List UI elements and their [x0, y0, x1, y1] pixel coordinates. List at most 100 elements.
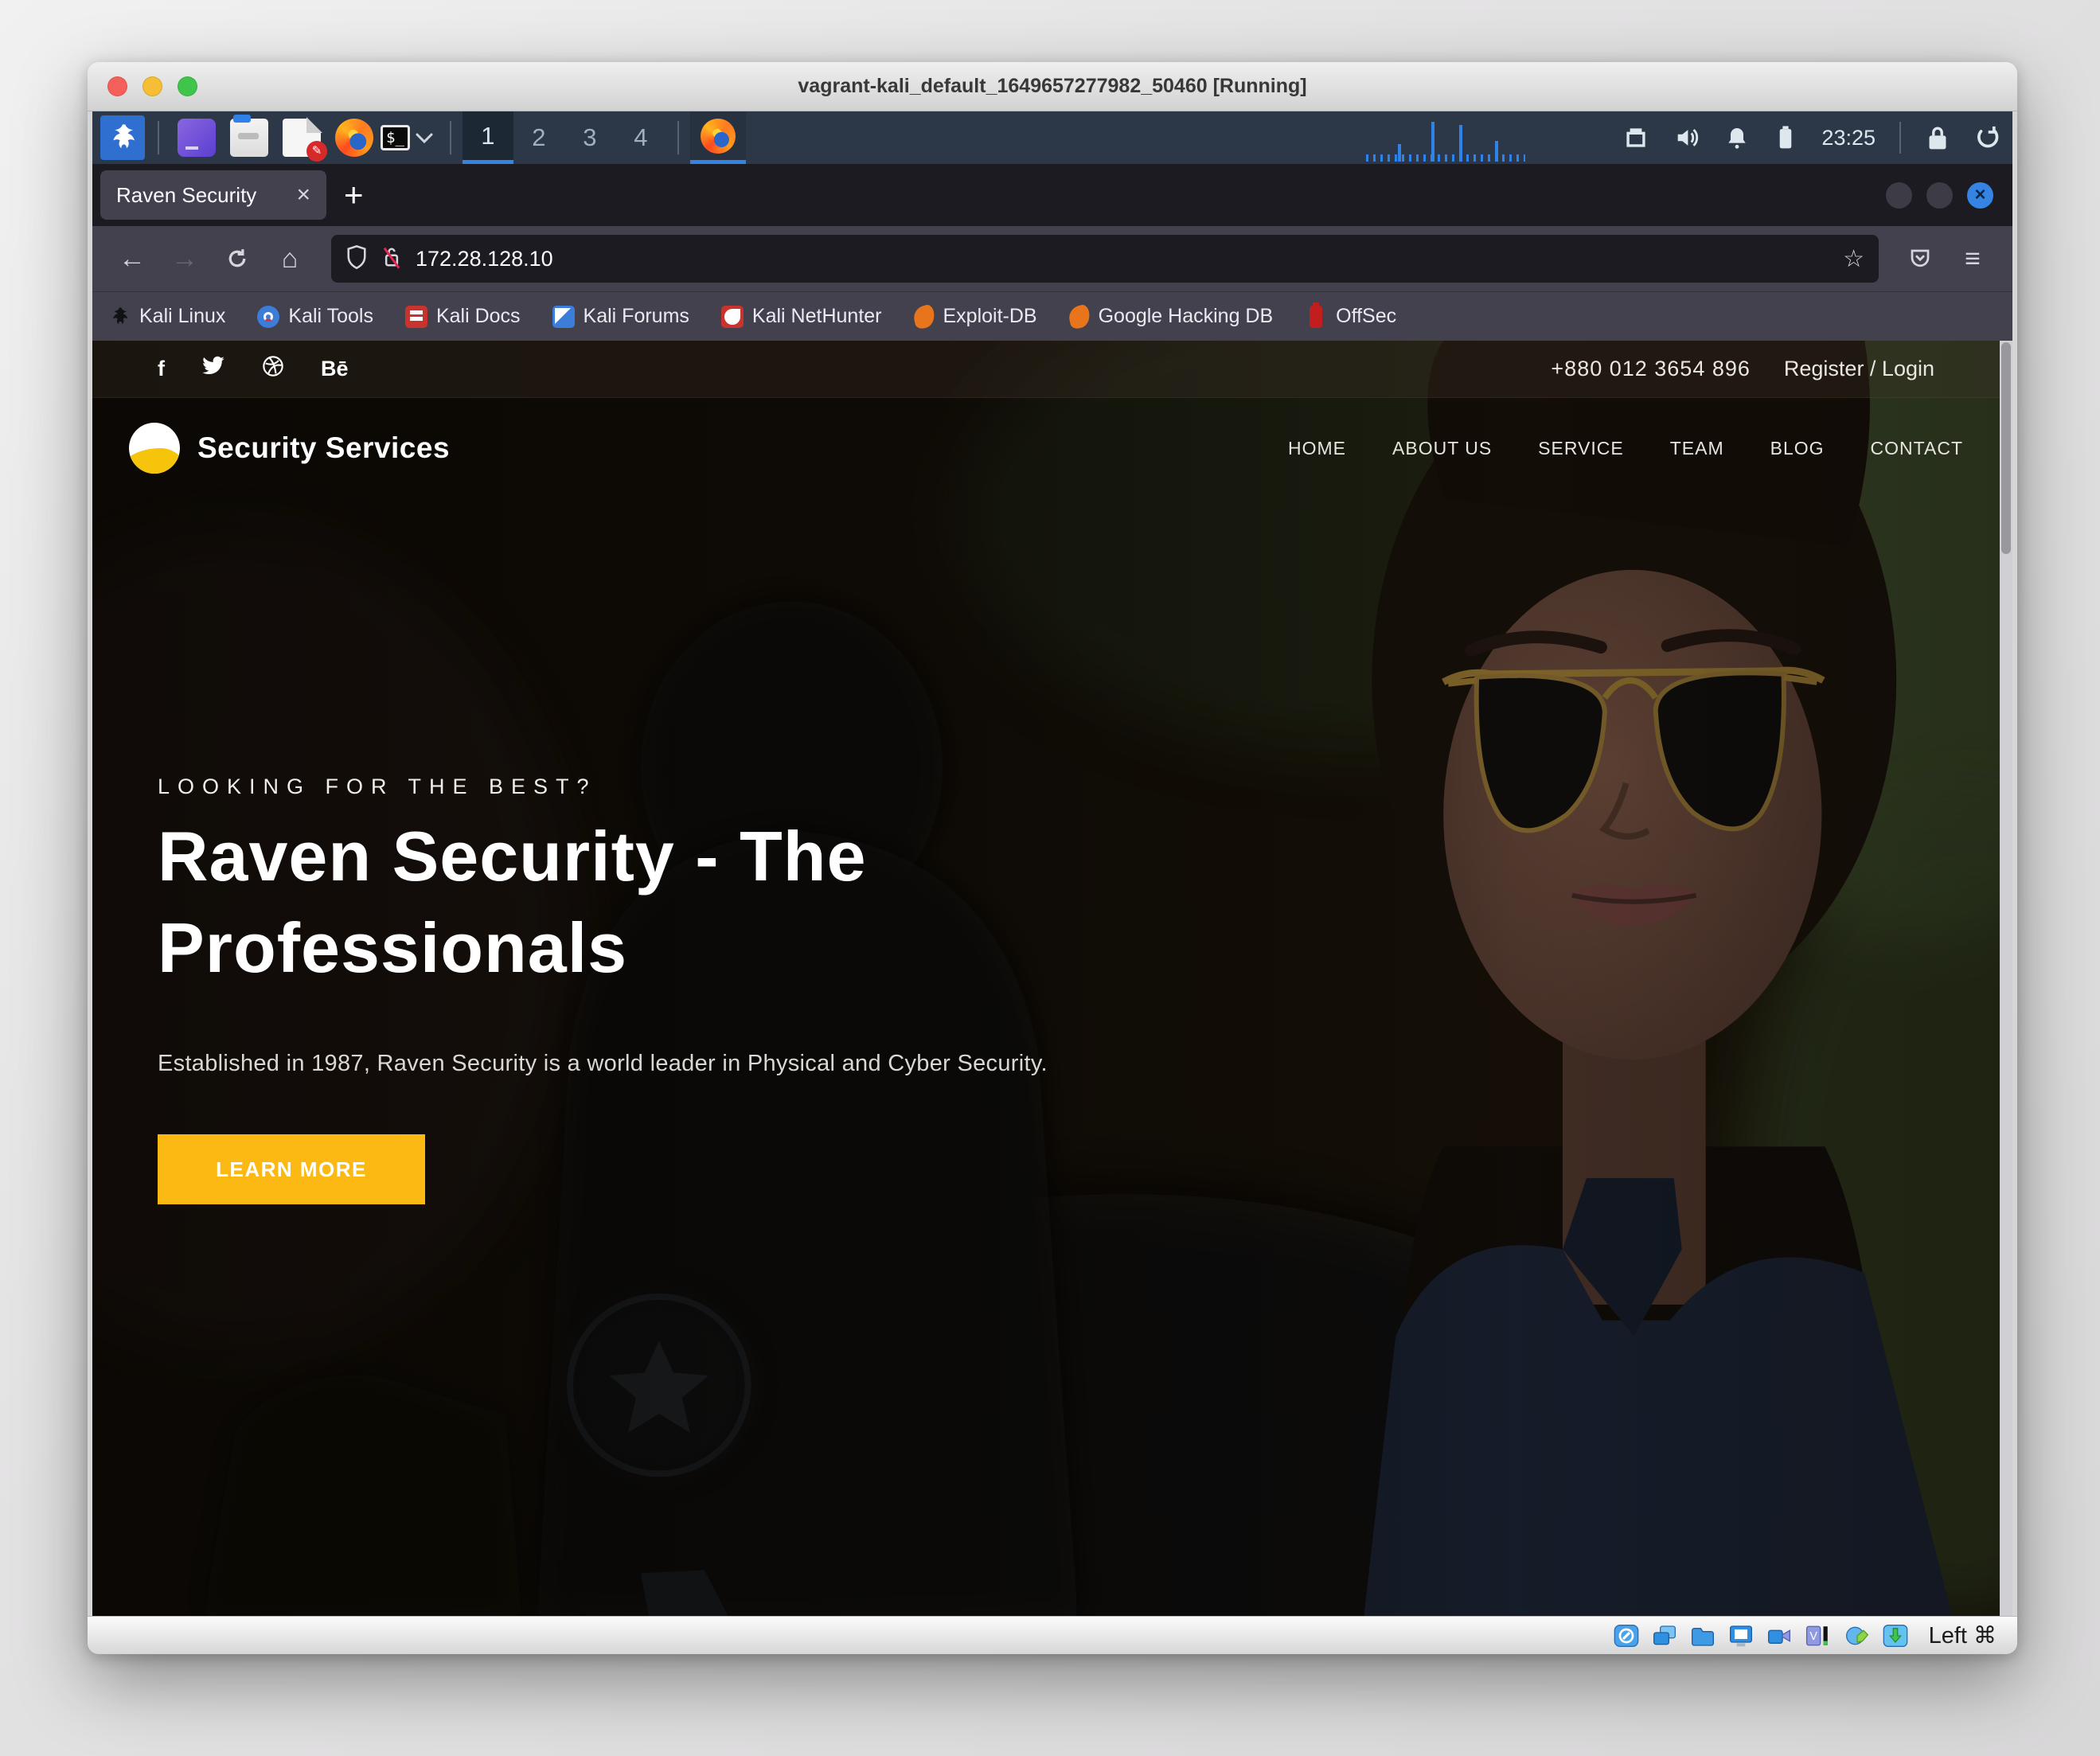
- bookmark-kali-forums[interactable]: Kali Forums: [552, 305, 689, 328]
- offsec-favicon: [1310, 306, 1322, 328]
- panel-separator: [677, 121, 679, 154]
- bookmark-google-hacking-db[interactable]: Google Hacking DB: [1069, 305, 1274, 328]
- facebook-icon[interactable]: f: [158, 357, 165, 381]
- notifications-bell-icon[interactable]: [1724, 125, 1750, 150]
- forward-button[interactable]: →: [162, 236, 207, 281]
- back-button[interactable]: ←: [110, 236, 154, 281]
- workspace-1[interactable]: 1: [463, 111, 513, 164]
- bookmark-kali-tools[interactable]: Kali Tools: [257, 305, 373, 328]
- panel-separator: [158, 121, 159, 154]
- text-editor-icon[interactable]: [283, 119, 321, 157]
- chevron-down-icon[interactable]: [415, 126, 434, 150]
- tab-close-icon[interactable]: ×: [296, 181, 310, 209]
- terminal-icon[interactable]: $_: [381, 125, 410, 150]
- kali-tools-favicon: [257, 306, 279, 328]
- browser-minimize-button[interactable]: [1886, 182, 1912, 209]
- zoom-window-button[interactable]: [178, 76, 197, 96]
- behance-icon[interactable]: Bē: [321, 357, 349, 381]
- site-topbar: f Bē +880 012 3654 896 Register / Login: [92, 341, 2000, 398]
- menu-hamburger-icon[interactable]: ≡: [1950, 236, 1995, 281]
- nav-service[interactable]: SERVICE: [1538, 438, 1624, 459]
- bookmark-star-icon[interactable]: ☆: [1843, 245, 1864, 273]
- firefox-icon: [701, 119, 736, 154]
- exploit-db-favicon: [911, 303, 936, 330]
- learn-more-button[interactable]: LEARN MORE: [158, 1134, 425, 1204]
- page-viewport: f Bē +880 012 3654 896 Register / Login: [92, 341, 2012, 1616]
- browser-maximize-button[interactable]: [1926, 182, 1953, 209]
- vm-titlebar: vagrant-kali_default_1649657277982_50460…: [88, 62, 2017, 111]
- network-icon[interactable]: [1622, 124, 1649, 151]
- nav-contact[interactable]: CONTACT: [1871, 438, 1963, 459]
- scrollbar-thumb[interactable]: [2001, 342, 2011, 554]
- home-button[interactable]: ⌂: [267, 236, 312, 281]
- workspace-3[interactable]: 3: [564, 111, 615, 164]
- workspace-2[interactable]: 2: [513, 111, 564, 164]
- social-links: f Bē: [158, 355, 349, 383]
- hero-subtitle: Established in 1987, Raven Security is a…: [158, 1051, 1048, 1077]
- hero-title-line1: Raven Security - The: [158, 816, 867, 897]
- browser-window-buttons: ×: [1886, 182, 1993, 209]
- app-launcher-icon[interactable]: [178, 119, 216, 157]
- minimize-window-button[interactable]: [142, 76, 162, 96]
- tab-raven-security[interactable]: Raven Security ×: [100, 170, 326, 220]
- nav-team[interactable]: TEAM: [1670, 438, 1724, 459]
- firefox-toolbar: ← → ⌂ 172.28.128.10 ☆ ≡: [92, 226, 2012, 291]
- url-bar[interactable]: 172.28.128.10 ☆: [331, 235, 1879, 283]
- vbox-network-icon[interactable]: [1652, 1624, 1677, 1648]
- file-manager-icon[interactable]: [230, 119, 268, 157]
- volume-icon[interactable]: [1673, 124, 1700, 151]
- lock-screen-icon[interactable]: [1925, 124, 1950, 151]
- shield-icon[interactable]: [345, 244, 368, 274]
- firefox-launcher-icon[interactable]: [335, 119, 373, 157]
- kali-forums-favicon: [552, 306, 575, 328]
- bookmark-kali-nethunter[interactable]: Kali NetHunter: [721, 305, 882, 328]
- window-controls: [107, 76, 197, 96]
- bookmark-exploit-db[interactable]: Exploit-DB: [914, 305, 1037, 328]
- vbox-display-icon[interactable]: [1728, 1624, 1754, 1648]
- dribbble-icon[interactable]: [262, 355, 284, 383]
- kali-panel: $_ 1 2 3 4: [92, 111, 2012, 164]
- main-nav: HOME ABOUT US SERVICE TEAM BLOG CONTACT: [1288, 438, 1963, 459]
- panel-separator: [450, 121, 451, 154]
- twitter-icon[interactable]: [201, 356, 225, 382]
- new-tab-button[interactable]: +: [344, 176, 364, 214]
- nav-home[interactable]: HOME: [1288, 438, 1346, 459]
- hero-title-line2: Professionals: [158, 907, 627, 989]
- bookmark-kali-linux[interactable]: Kali Linux: [108, 305, 225, 328]
- tray-separator: [1899, 122, 1901, 154]
- kali-linux-favicon: [108, 306, 131, 328]
- workspace-4[interactable]: 4: [615, 111, 666, 164]
- tab-title: Raven Security: [116, 183, 288, 208]
- browser-close-button[interactable]: ×: [1967, 182, 1993, 209]
- hero-kicker: LOOKING FOR THE BEST?: [158, 775, 597, 799]
- kali-nethunter-favicon: [721, 306, 744, 328]
- brand-name[interactable]: Security Services: [197, 431, 450, 465]
- logout-power-icon[interactable]: [1974, 124, 2001, 151]
- battery-icon[interactable]: [1774, 124, 1797, 151]
- nav-about-us[interactable]: ABOUT US: [1392, 438, 1492, 459]
- vbox-recording-icon[interactable]: [1766, 1624, 1792, 1648]
- vbox-usb-icon[interactable]: V: [1805, 1624, 1832, 1648]
- site-logo[interactable]: [129, 423, 180, 474]
- close-window-button[interactable]: [107, 76, 127, 96]
- insecure-lock-icon[interactable]: [381, 244, 403, 274]
- register-login-link[interactable]: Register / Login: [1784, 357, 1934, 381]
- page-scrollbar[interactable]: [2000, 341, 2012, 1616]
- nav-blog[interactable]: BLOG: [1770, 438, 1825, 459]
- pocket-icon[interactable]: [1898, 236, 1942, 281]
- vbox-harddisk-icon[interactable]: [1614, 1624, 1639, 1648]
- vbox-shared-folder-icon[interactable]: [1690, 1624, 1716, 1648]
- taskbar-firefox-item[interactable]: [690, 111, 746, 164]
- panel-clock: 23:25: [1821, 126, 1876, 150]
- vbox-mouse-integration-icon[interactable]: [1844, 1624, 1870, 1648]
- kali-menu-button[interactable]: [100, 115, 145, 160]
- vm-window-title: vagrant-kali_default_1649657277982_50460…: [88, 75, 2017, 98]
- bookmark-offsec[interactable]: OffSec: [1305, 305, 1396, 328]
- google-hacking-db-favicon: [1067, 303, 1091, 330]
- bookmarks-toolbar: Kali Linux Kali Tools Kali Docs Kali For…: [92, 291, 2012, 341]
- host-key-label: Left ⌘: [1929, 1621, 1997, 1649]
- reload-button[interactable]: [215, 236, 260, 281]
- vbox-guest-additions-icon[interactable]: [1883, 1624, 1908, 1648]
- url-text: 172.28.128.10: [416, 247, 1830, 271]
- bookmark-kali-docs[interactable]: Kali Docs: [405, 305, 521, 328]
